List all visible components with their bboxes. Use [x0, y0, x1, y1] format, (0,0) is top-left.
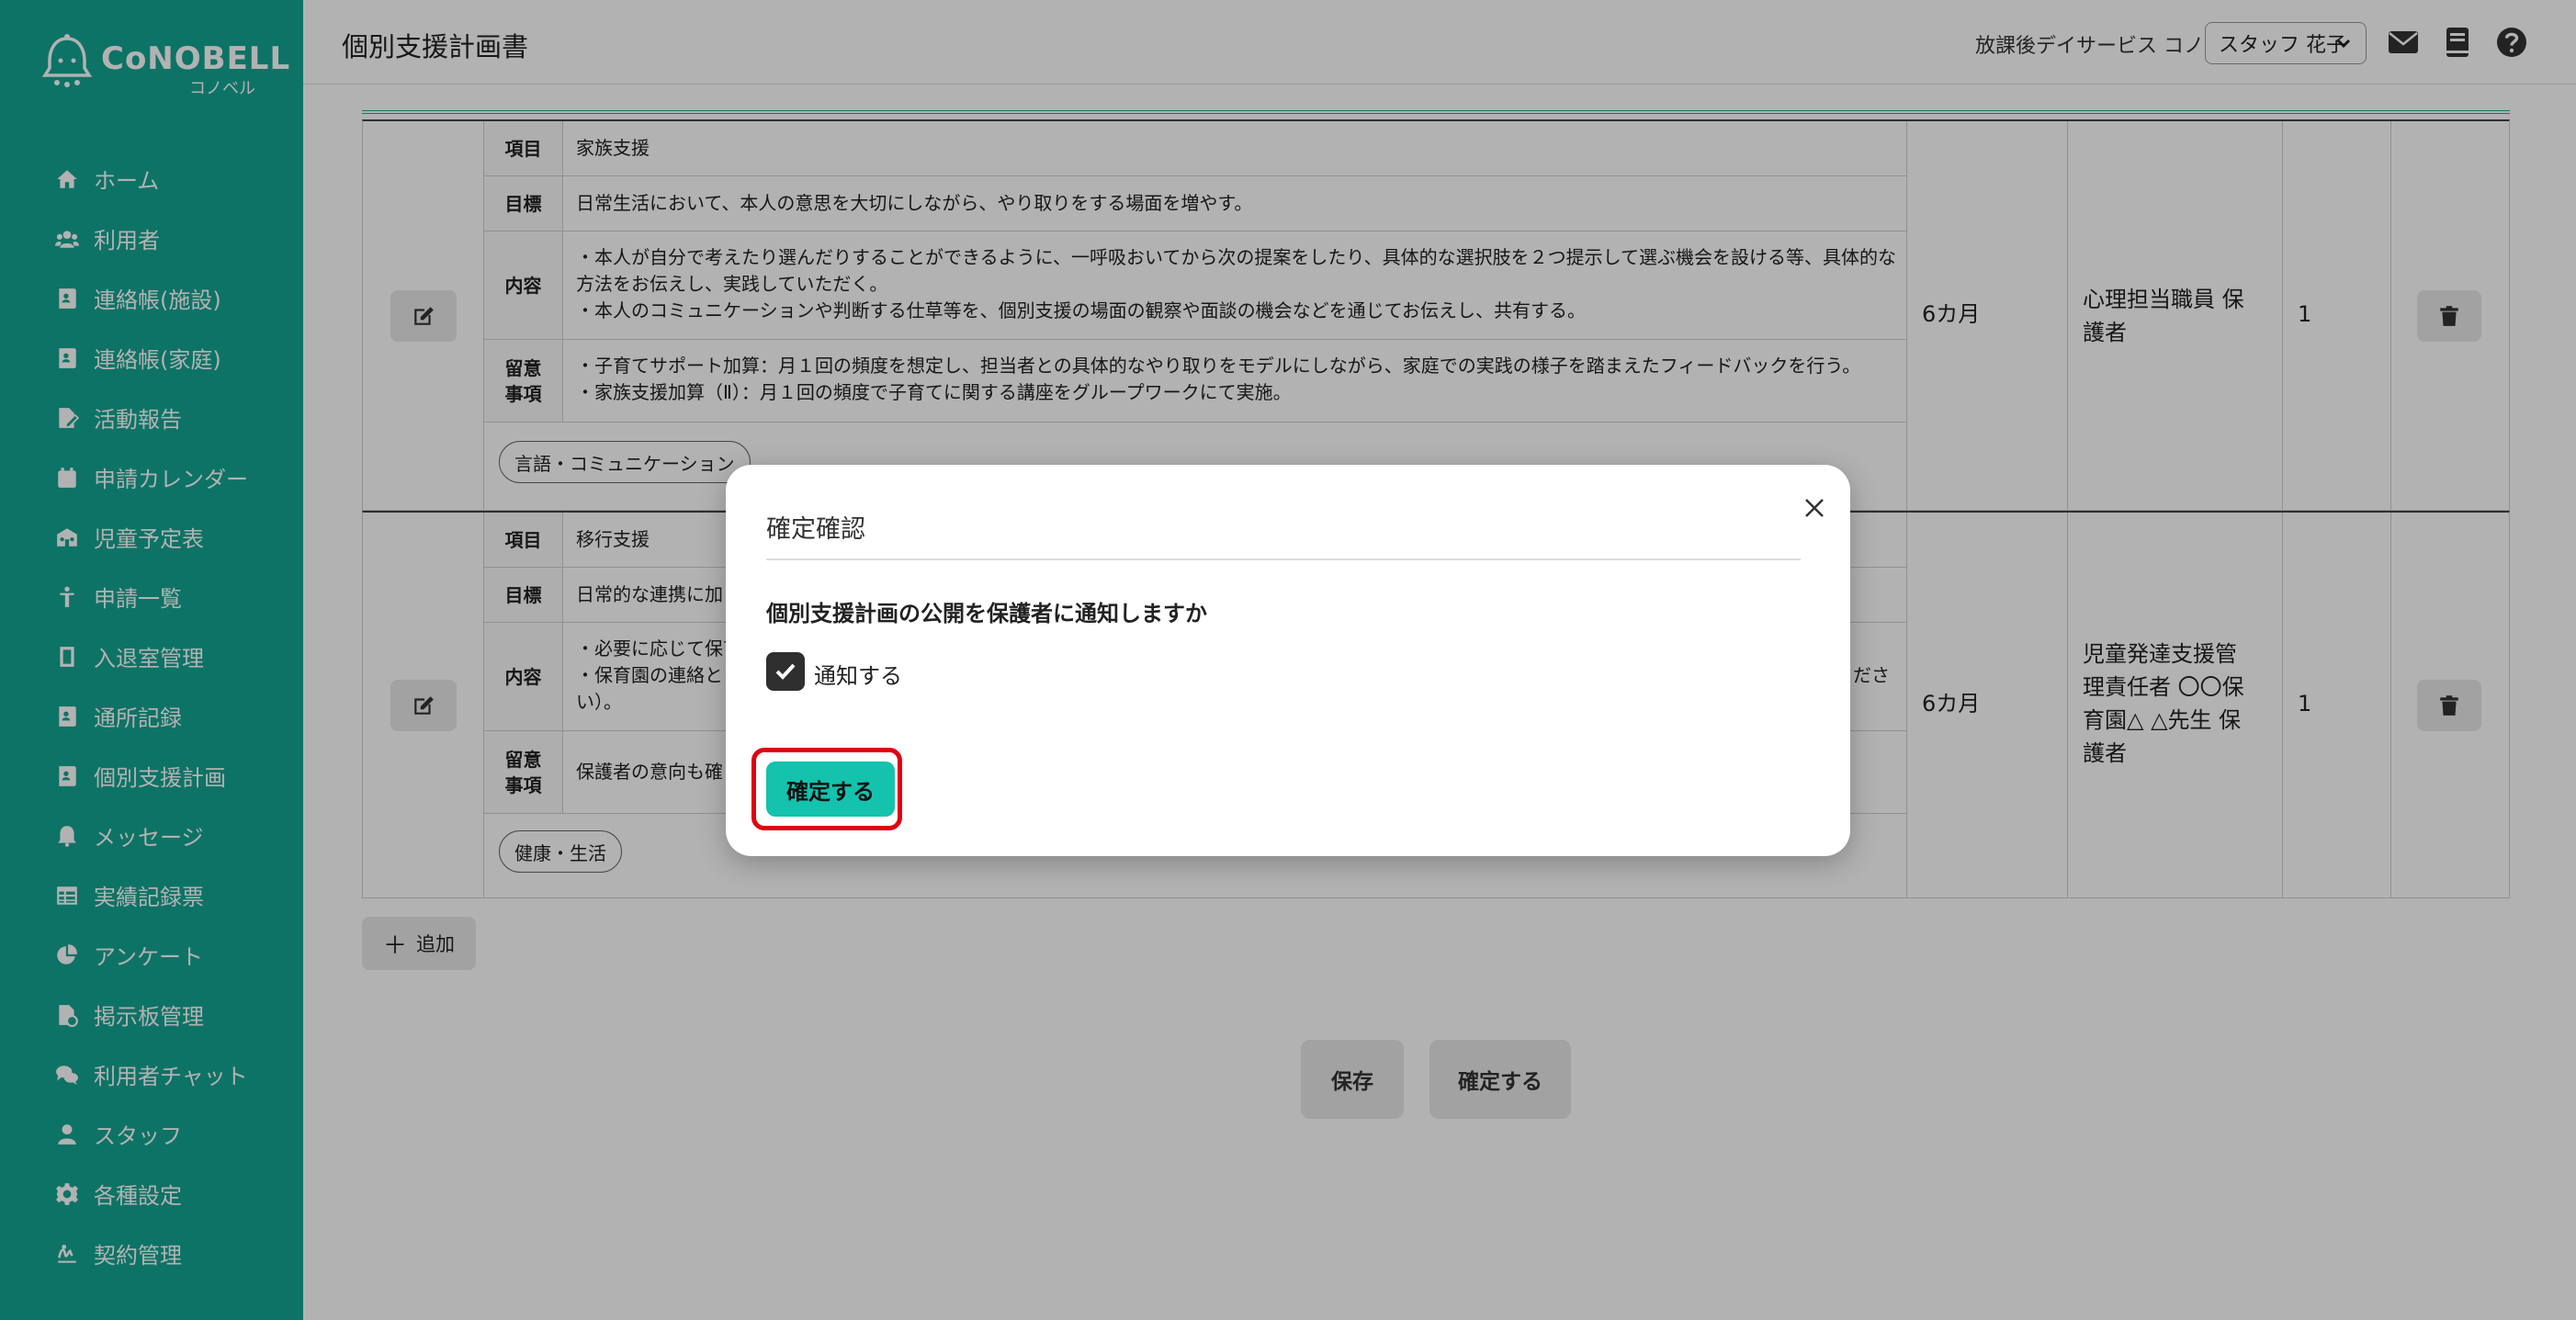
confirm-dialog: 確定確認 個別支援計画の公開を保護者に通知しますか 通知する 確定する [726, 465, 1850, 856]
close-icon[interactable] [1799, 492, 1830, 524]
dialog-title: 確定確認 [766, 515, 865, 544]
checkmark-icon [775, 663, 796, 680]
dialog-confirm-button[interactable]: 確定する [766, 762, 895, 817]
dialog-question: 個別支援計画の公開を保護者に通知しますか [766, 601, 1207, 626]
dialog-divider [766, 558, 1801, 560]
notify-checkbox-label[interactable]: 通知する [814, 658, 902, 690]
notify-checkbox[interactable] [766, 652, 805, 691]
